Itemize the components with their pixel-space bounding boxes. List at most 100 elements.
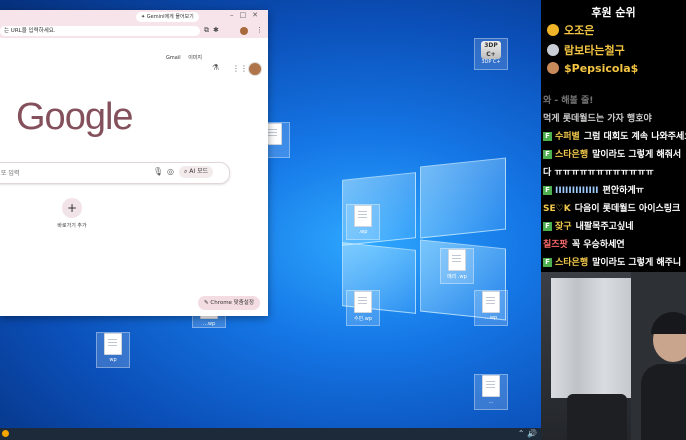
chat-nick: IIIIIIIIIIIII: [555, 186, 599, 196]
desktop-icon-file[interactable]: 수민.wp: [346, 290, 380, 326]
chat-text: 다 ㅠㅠㅠㅠㅠㅠㅠㅠㅠㅠㅠㅠ: [543, 168, 654, 178]
chat-text: 말이라도 그렇게 해주니: [592, 258, 682, 268]
silver-medal-icon: [547, 44, 559, 56]
top-links: Gmail 이미지: [166, 54, 202, 61]
bronze-medal-icon: [547, 62, 559, 74]
chat-list: 와 - 해볼 줄! 먹게 롯데월드는 가자 행호야 F 수퍼별 그럼 대회도 계속 …: [543, 92, 686, 272]
address-bar[interactable]: 는 URL을 입력하세요.: [0, 26, 200, 36]
lens-icon[interactable]: ◎: [167, 167, 174, 176]
desktop-icon-label: …: [488, 399, 494, 405]
stream-panel: 후원 순위 오조은 람보타는철구 $Pepsicola$ 와 - 해볼 줄! 먹…: [541, 0, 686, 440]
close-icon[interactable]: ✕: [252, 11, 264, 19]
customize-label: Chrome 맞춤설정: [210, 300, 254, 306]
gmail-link[interactable]: Gmail: [166, 55, 181, 61]
chat-message: 먹게 롯데월드는 가자 행호야: [543, 110, 686, 128]
chat-message: F 스타은행 말이라도 그렇게 해줘서: [543, 146, 686, 164]
extension-icon[interactable]: ✱: [213, 26, 223, 34]
chat-text: 먹게 롯데월드는 가자 행호야: [543, 114, 652, 124]
chat-text: 꼭 우승하세연: [571, 240, 625, 250]
ai-mode-label: AI 모드: [189, 168, 209, 175]
chat-text: 말이라도 그렇게 해줘서: [592, 150, 682, 160]
desktop-icon-label: …wp: [202, 321, 216, 327]
mic-icon[interactable]: 🎙: [153, 167, 163, 176]
webcam-feed: [541, 272, 686, 440]
title-bar: ✦ Gemini에게 물어보기 –□✕: [0, 10, 268, 24]
desktop-icon-3dp[interactable]: 3DP C+ 3DP C+: [474, 38, 508, 70]
fan-badge-icon: F: [543, 258, 552, 267]
desktop-icon-label: 메리 .wp: [447, 274, 467, 280]
desktop-icon-label: .wp: [358, 229, 368, 235]
chat-text: 와 - 해볼 줄!: [543, 96, 594, 106]
chat-nick: 스타은행: [555, 150, 589, 160]
menu-icon[interactable]: ⋮: [256, 26, 263, 34]
desktop: 3DP C+ 3DP C+ .wp 메리 .wp 수민.wp …wp …wp w…: [0, 0, 541, 440]
desktop-icon-file[interactable]: .wp: [346, 204, 380, 240]
chat-message: 칠즈팟 꼭 우승하세연: [543, 236, 686, 254]
chat-nick: SE♡K: [543, 204, 571, 214]
search-placeholder: 또 입력: [1, 170, 20, 177]
minimize-icon[interactable]: –: [230, 11, 240, 19]
profile-avatar[interactable]: [240, 27, 248, 35]
ranking-title: 후원 순위: [591, 6, 636, 19]
chat-message: SE♡K 다음이 롯데월드 아이스링크: [543, 200, 686, 218]
chair: [567, 394, 627, 440]
chrome-window: ✦ Gemini에게 물어보기 –□✕ 는 URL을 입력하세요. ⧉✱ ⋮ G…: [0, 10, 268, 316]
search-box[interactable]: 또 입력 🎙 ◎ ⌕ AI 모드: [0, 162, 230, 184]
customize-chrome-button[interactable]: ✎ Chrome 맞춤설정: [198, 296, 260, 310]
chat-text: 내팔목주고싶네: [575, 222, 634, 232]
rank-item: $Pepsicola$: [547, 60, 638, 76]
desktop-icon-file[interactable]: wp: [96, 332, 130, 368]
desktop-icon-file[interactable]: …: [474, 374, 508, 410]
chat-nick: 잦구: [555, 222, 572, 232]
desktop-icon-label: wp: [109, 357, 117, 363]
chat-nick: 스타은행: [555, 258, 589, 268]
plus-icon: +: [62, 198, 82, 218]
browser-toolbar: 는 URL을 입력하세요. ⧉✱ ⋮: [0, 24, 268, 38]
chat-message: F 잦구 내팔목주고싶네: [543, 218, 686, 236]
system-tray[interactable]: ⌃ 🔊: [518, 429, 537, 438]
chat-message: F IIIIIIIIIIIII 편안하게ㅠ: [543, 182, 686, 200]
document-icon: [354, 291, 372, 313]
fan-badge-icon: F: [543, 222, 552, 231]
person-body: [641, 364, 686, 440]
add-shortcut[interactable]: + 바로가기 추가: [54, 198, 90, 229]
images-link[interactable]: 이미지: [188, 55, 202, 61]
rank-item: 람보타는철구: [547, 42, 625, 58]
fan-badge-icon: F: [543, 186, 552, 195]
google-logo: Google: [16, 96, 134, 138]
desktop-icon-file[interactable]: 메리 .wp: [440, 248, 474, 284]
taskbar: ⌃ 🔊: [0, 428, 541, 440]
rank-name: $Pepsicola$: [564, 61, 639, 75]
chat-text: 그럼 대회도 계속 나와주세요: [583, 132, 686, 142]
start-icon[interactable]: [2, 430, 9, 437]
ai-mode-button[interactable]: ⌕ AI 모드: [179, 166, 214, 178]
gemini-label: Gemini에게 물어보기: [146, 14, 194, 20]
document-icon: [104, 333, 122, 355]
rank-name: 오조은: [564, 24, 595, 37]
fan-badge-icon: F: [543, 132, 552, 141]
maximize-icon[interactable]: □: [240, 11, 253, 19]
add-shortcut-label: 바로가기 추가: [57, 223, 87, 229]
account-avatar[interactable]: [248, 62, 262, 76]
chat-nick: 칠즈팟: [543, 240, 568, 250]
labs-icon[interactable]: ⚗: [212, 63, 219, 72]
curtain: [551, 278, 631, 398]
document-icon: [354, 205, 372, 227]
chat-nick: 수퍼별: [555, 132, 580, 142]
reader-icon[interactable]: ⧉: [204, 26, 213, 34]
desktop-icon-file[interactable]: …wp: [474, 290, 508, 326]
fan-badge-icon: F: [543, 150, 552, 159]
chat-message: F 스타은행 말이라도 그렇게 해주니: [543, 254, 686, 272]
desktop-icon-label: 수민.wp: [353, 316, 373, 322]
chat-text: 다음이 롯데월드 아이스링크: [574, 204, 681, 214]
rank-item: 오조은: [547, 22, 594, 38]
desktop-icon-label: 3DP C+: [481, 59, 501, 65]
gold-medal-icon: [547, 24, 559, 36]
document-icon: [482, 291, 500, 313]
document-icon: [448, 249, 466, 271]
chat-message: 다 ㅠㅠㅠㅠㅠㅠㅠㅠㅠㅠㅠㅠ: [543, 164, 686, 182]
gemini-button[interactable]: ✦ Gemini에게 물어보기: [136, 12, 199, 22]
chat-message: 와 - 해볼 줄!: [543, 92, 686, 110]
apps-grid-icon[interactable]: ⋮⋮: [232, 64, 248, 73]
chat-text: 편안하게ㅠ: [602, 186, 644, 196]
